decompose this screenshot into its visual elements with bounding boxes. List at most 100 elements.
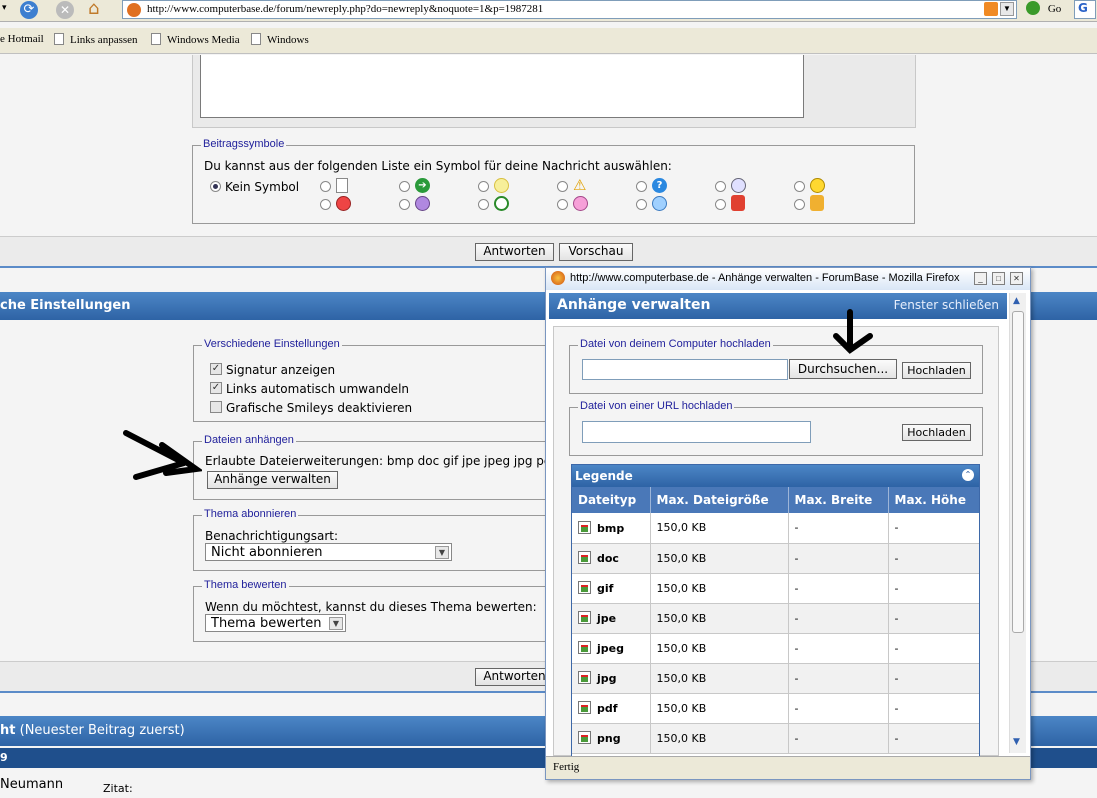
cell-height: - <box>888 513 979 544</box>
signatur-label: Signatur anzeigen <box>226 363 336 377</box>
legend-panel: Legende ⌃ Dateityp Max. Dateigröße Max. … <box>571 464 980 757</box>
radio-kein-symbol[interactable] <box>210 181 221 192</box>
col-max-breite: Max. Breite <box>788 487 889 513</box>
scroll-thumb[interactable] <box>1012 311 1024 633</box>
radio-icon-13[interactable] <box>715 199 726 210</box>
radio-icon-3[interactable] <box>478 181 489 192</box>
radio-icon-7[interactable] <box>794 181 805 192</box>
link-links-anpassen[interactable]: Links anpassen <box>54 33 138 46</box>
page-icon <box>151 33 161 45</box>
checkbox-links[interactable]: ✓ <box>210 382 222 394</box>
home-icon[interactable]: ⌂ <box>88 0 99 18</box>
cell-width: - <box>788 543 889 574</box>
go-icon <box>1026 1 1040 15</box>
dropdown-arrow-icon[interactable]: ▾ <box>2 3 7 13</box>
radio-icon-1[interactable] <box>320 181 331 192</box>
rate-selected: Thema bewerten <box>211 616 322 631</box>
file-type-icon <box>578 581 591 594</box>
go-label: Go <box>1047 3 1062 15</box>
firefox-icon <box>551 271 565 285</box>
subscribe-select[interactable]: Nicht abonnieren ▼ <box>205 543 452 561</box>
cell-height: - <box>888 603 979 634</box>
file-type-icon <box>578 611 591 624</box>
upload-local-button[interactable]: Hochladen <box>902 362 971 379</box>
post-author[interactable]: Neumann <box>0 777 63 792</box>
radio-icon-8[interactable] <box>320 199 331 210</box>
close-icon[interactable]: ✕ <box>1010 272 1023 285</box>
radio-icon-2[interactable] <box>399 181 410 192</box>
cell-type: gif <box>572 573 651 604</box>
url-dropdown-icon[interactable]: ▼ <box>1000 2 1014 16</box>
radio-icon-5[interactable] <box>636 181 647 192</box>
reply-button-bottom[interactable]: Antworten <box>475 668 554 686</box>
link-windows-media[interactable]: Windows Media <box>151 33 240 46</box>
reply-button[interactable]: Antworten <box>475 243 554 261</box>
misc-settings-fieldset: Verschiedene Einstellungen ✓ Signatur an… <box>193 338 563 422</box>
manage-attachments-button[interactable]: Anhänge verwalten <box>207 471 338 489</box>
radio-icon-6[interactable] <box>715 181 726 192</box>
rate-legend: Thema bewerten <box>202 579 289 591</box>
browse-button[interactable]: Durchsuchen... <box>789 359 897 379</box>
link-label: Links anpassen <box>70 34 138 46</box>
link-hotmail[interactable]: e Hotmail <box>0 33 44 45</box>
post-subbar-text: 9 <box>0 751 8 764</box>
minimize-icon[interactable]: _ <box>974 272 987 285</box>
search-engine-icon[interactable]: G <box>1074 0 1096 19</box>
collapse-icon[interactable]: ⌃ <box>962 469 974 481</box>
sad-smiley-icon <box>415 196 430 211</box>
cell-width: - <box>788 513 889 544</box>
col-dateityp: Dateityp <box>572 487 651 513</box>
rss-icon[interactable] <box>984 2 998 16</box>
checkbox-signatur[interactable]: ✓ <box>210 363 222 375</box>
annotation-arrow-icon <box>123 430 202 480</box>
scroll-up-icon[interactable]: ▲ <box>1013 296 1020 306</box>
cell-type: doc <box>572 543 651 574</box>
site-favicon <box>127 3 141 17</box>
page-icon <box>251 33 261 45</box>
upload-url-button[interactable]: Hochladen <box>902 424 971 441</box>
cell-type: jpe <box>572 603 651 634</box>
subscribe-label: Benachrichtigungsart: <box>205 529 339 543</box>
url-field[interactable]: http://www.computerbase.de/forum/newrepl… <box>122 0 1017 19</box>
post-icons-fieldset: Beitragssymbole Du kannst aus der folgen… <box>192 138 915 224</box>
cell-size: 150,0 KB <box>650 633 789 664</box>
radio-icon-10[interactable] <box>478 199 489 210</box>
review-header-prefix: ht <box>0 723 16 738</box>
link-windows[interactable]: Windows <box>251 33 309 46</box>
document-icon <box>336 178 348 193</box>
radio-icon-4[interactable] <box>557 181 568 192</box>
radio-icon-12[interactable] <box>636 199 647 210</box>
table-row: gif 150,0 KB - - <box>572 573 979 604</box>
cell-width: - <box>788 573 889 604</box>
checkbox-smileys[interactable] <box>210 401 222 413</box>
message-textarea[interactable] <box>200 55 804 118</box>
file-type-icon <box>578 731 591 744</box>
subscribe-selected: Nicht abonnieren <box>211 545 323 560</box>
radio-icon-14[interactable] <box>794 199 805 210</box>
popup-scrollbar[interactable]: ▲ ▼ <box>1009 293 1026 753</box>
smileys-label: Grafische Smileys deaktivieren <box>226 401 413 415</box>
refresh-icon[interactable]: ⟳ <box>20 1 38 19</box>
go-button[interactable]: Go <box>1026 1 1061 19</box>
link-label: Windows Media <box>167 34 240 46</box>
type-label: bmp <box>597 521 625 535</box>
table-row: bmp 150,0 KB - - <box>572 513 979 544</box>
radio-icon-9[interactable] <box>399 199 410 210</box>
cell-size: 150,0 KB <box>650 663 789 694</box>
stop-icon[interactable]: ✕ <box>56 1 74 19</box>
legend-title: Legende <box>575 469 633 483</box>
table-row: pdf 150,0 KB - - <box>572 693 979 724</box>
preview-button[interactable]: Vorschau <box>559 243 633 261</box>
url-file-input[interactable] <box>582 421 811 443</box>
radio-icon-11[interactable] <box>557 199 568 210</box>
local-file-input[interactable] <box>582 359 788 380</box>
close-window-link[interactable]: Fenster schließen <box>894 298 999 312</box>
maximize-icon[interactable]: □ <box>992 272 1005 285</box>
rate-select[interactable]: Thema bewerten ▼ <box>205 614 346 632</box>
type-label: doc <box>597 552 619 565</box>
table-body: bmp 150,0 KB - - doc 150,0 KB - - gif 150,0 KB - - j… <box>572 513 979 754</box>
grin-smiley-icon <box>494 196 509 211</box>
upload-local-legend: Datei von deinem Computer hochladen <box>578 338 773 350</box>
scroll-down-icon[interactable]: ▼ <box>1013 737 1020 747</box>
rate-label: Wenn du möchtest, kannst du dieses Thema… <box>205 600 537 614</box>
